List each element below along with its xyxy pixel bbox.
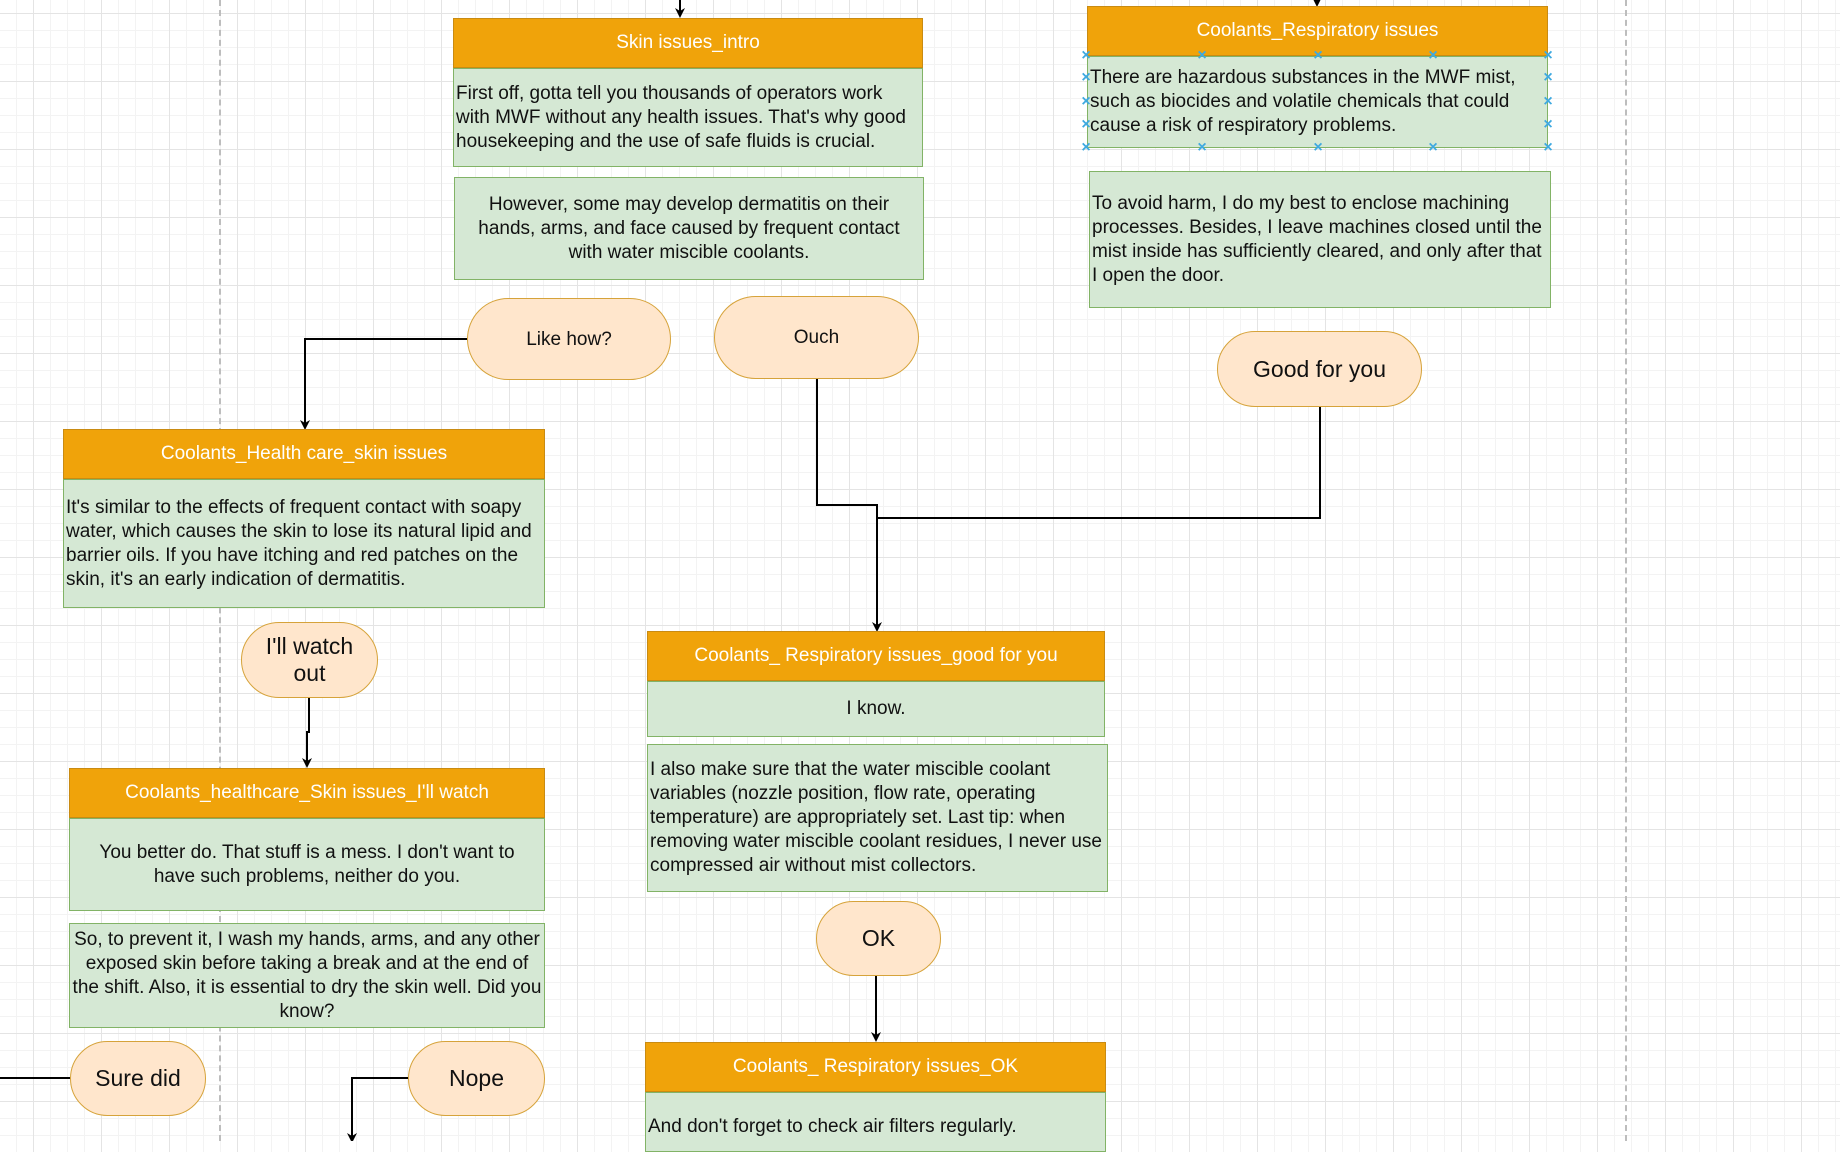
choice-ill-watch-out[interactable]: I'll watch out xyxy=(241,622,378,698)
selection-handle-icon[interactable]: × xyxy=(1312,48,1324,64)
node-health-skin-header[interactable]: Coolants_Health care_skin issues xyxy=(63,429,545,479)
page-break-line-right xyxy=(1625,0,1627,1141)
node-resp-good-header[interactable]: Coolants_ Respiratory issues_good for yo… xyxy=(647,631,1105,681)
selection-handle-icon[interactable]: × xyxy=(1080,94,1092,110)
node-skin-intro-body-2[interactable]: However, some may develop dermatitis on … xyxy=(454,177,924,280)
edge-nope-out[interactable] xyxy=(347,1077,408,1141)
choice-ok[interactable]: OK xyxy=(816,901,941,976)
choice-like-how[interactable]: Like how? xyxy=(467,298,671,380)
selection-handle-icon[interactable]: × xyxy=(1080,48,1092,64)
selection-handle-icon[interactable]: × xyxy=(1427,140,1439,156)
node-respiratory-body-2[interactable]: To avoid harm, I do my best to enclose m… xyxy=(1089,171,1551,308)
selection-handle-icon[interactable]: × xyxy=(1080,117,1092,133)
edge-ouch-to-resp-good[interactable] xyxy=(816,379,882,632)
selection-handle-icon[interactable]: × xyxy=(1427,48,1439,64)
node-skin-watch-body-1[interactable]: You better do. That stuff is a mess. I d… xyxy=(69,818,545,911)
choice-good-for-you[interactable]: Good for you xyxy=(1217,331,1422,407)
selection-handle-icon[interactable]: × xyxy=(1542,70,1554,86)
selection-handle-icon[interactable]: × xyxy=(1080,140,1092,156)
node-resp-ok-header[interactable]: Coolants_ Respiratory issues_OK xyxy=(645,1042,1106,1092)
selection-handle-icon[interactable]: × xyxy=(1542,94,1554,110)
node-health-skin-body[interactable]: It's similar to the effects of frequent … xyxy=(63,479,545,608)
node-resp-good-body-1[interactable]: I know. xyxy=(647,681,1105,737)
selection-handle-icon[interactable]: × xyxy=(1196,140,1208,156)
selection-handle-icon[interactable]: × xyxy=(1196,48,1208,64)
edge-like-how-to-health-skin[interactable] xyxy=(300,338,467,430)
node-skin-intro-header[interactable]: Skin issues_intro xyxy=(453,18,923,68)
node-resp-good-body-2[interactable]: I also make sure that the water miscible… xyxy=(647,744,1108,892)
node-skin-watch-body-2[interactable]: So, to prevent it, I wash my hands, arms… xyxy=(69,923,545,1028)
node-skin-intro-body-1[interactable]: First off, gotta tell you thousands of o… xyxy=(453,68,923,167)
selection-handle-icon[interactable]: × xyxy=(1542,48,1554,64)
node-resp-ok-body[interactable]: And don't forget to check air filters re… xyxy=(645,1092,1106,1152)
choice-sure-did[interactable]: Sure did xyxy=(70,1041,206,1116)
edge-ill-watch-to-skin-watch[interactable] xyxy=(302,698,312,768)
selection-handle-icon[interactable]: × xyxy=(1312,140,1324,156)
selection-handle-icon[interactable]: × xyxy=(1542,140,1554,156)
edge-good-for-you-to-resp-good[interactable] xyxy=(877,407,1321,519)
selection-handle-icon[interactable]: × xyxy=(1542,117,1554,133)
choice-nope[interactable]: Nope xyxy=(408,1041,545,1116)
selection-handle-icon[interactable]: × xyxy=(1080,70,1092,86)
node-skin-watch-header[interactable]: Coolants_healthcare_Skin issues_I'll wat… xyxy=(69,768,545,818)
choice-ouch[interactable]: Ouch xyxy=(714,296,919,379)
node-respiratory-body-1[interactable]: There are hazardous substances in the MW… xyxy=(1087,56,1548,148)
